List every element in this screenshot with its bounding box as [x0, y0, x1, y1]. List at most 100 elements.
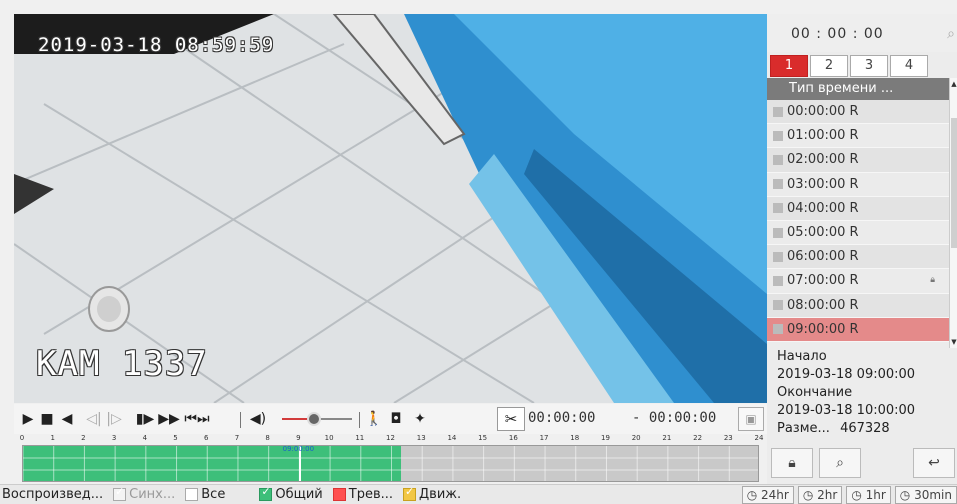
camera-icon[interactable]: ◘: [388, 408, 404, 430]
motion-label: Движ.: [419, 487, 462, 502]
person-icon[interactable]: 🚶: [365, 408, 382, 430]
timeline-tick-label: 1: [50, 434, 55, 442]
file-checkbox[interactable]: [773, 154, 783, 165]
file-checkbox[interactable]: [773, 300, 783, 311]
tab-channel-4[interactable]: 4: [890, 55, 928, 77]
timeline-ticks: 0 1 2 3 4 5 6 7 8 9 10 11 12 13 14 15 16 17 18 19 20 21 22 23 24: [14, 434, 767, 445]
divider: [359, 412, 360, 428]
timeline-tick-label: 3: [111, 434, 117, 442]
time-input[interactable]: 00 : 00 : 00: [791, 26, 884, 42]
zoom-30min-button[interactable]: ◷ 30min: [894, 486, 957, 504]
file-time: 06:00:00 R: [787, 249, 859, 265]
file-checkbox[interactable]: [773, 179, 783, 190]
timeline-tick-label: 9: [296, 434, 301, 442]
play-icon[interactable]: ▶: [20, 408, 36, 430]
tab-channel-1[interactable]: 1: [770, 55, 808, 77]
file-time: 05:00:00 R: [787, 225, 859, 241]
volume-knob[interactable]: [306, 412, 321, 426]
file-list-item[interactable]: 03:00:00 R: [767, 172, 949, 197]
scroll-down-icon[interactable]: ▼: [950, 338, 957, 346]
file-list-item[interactable]: 04:00:00 R: [767, 196, 949, 221]
zoom-1hr-label: 1hr: [865, 488, 886, 502]
timeline-tick-label: 17: [539, 434, 549, 442]
file-checkbox[interactable]: [773, 227, 783, 238]
tab-channel-3[interactable]: 3: [850, 55, 888, 77]
tab-channel-2[interactable]: 2: [810, 55, 848, 77]
timeline[interactable]: 0 1 2 3 4 5 6 7 8 9 10 11 12 13 14 15 16 17 18 19 20 21 22 23 24…: [14, 434, 767, 482]
playback-controls: ▶ ■ ◀ ◁| |▷ ▮▶ ▶▶ ⏮⏭ ◀) 🚶 ◘ ✦ ✂ 00:00:00…: [14, 404, 767, 434]
file-list-item[interactable]: 01:00:00 R: [767, 124, 949, 149]
all-checkbox[interactable]: [185, 488, 199, 501]
timeline-bar[interactable]: [22, 445, 759, 482]
timeline-tick-label: 18: [570, 434, 580, 442]
skip-icon[interactable]: ⏮⏭: [184, 408, 210, 430]
stop-icon[interactable]: ■: [40, 408, 54, 430]
file-time: 09:00:00 R: [787, 321, 859, 337]
zoom-24hr-label: 24hr: [761, 488, 789, 502]
file-list-item[interactable]: 09:00:00 R: [767, 317, 949, 342]
file-list-item[interactable]: 06:00:00 R: [767, 245, 949, 270]
search-file-button[interactable]: ⌕: [819, 448, 861, 478]
file-time: 03:00:00 R: [787, 176, 859, 192]
timeline-tick-label: 20: [631, 434, 641, 442]
volume-icon[interactable]: ◀): [248, 408, 268, 430]
sync-checkbox[interactable]: [113, 485, 127, 501]
save-icon[interactable]: ▣: [738, 407, 764, 431]
zoom-30min-label: 30min: [914, 488, 952, 502]
frame-forward-icon[interactable]: |▷: [106, 408, 122, 430]
file-time: 01:00:00 R: [787, 128, 859, 144]
file-list-item[interactable]: 00:00:00 R: [767, 100, 949, 125]
lock-button[interactable]: 🔒︎: [771, 448, 813, 478]
motion-checkbox[interactable]: [403, 485, 416, 501]
scroll-thumb[interactable]: [951, 118, 957, 248]
alarm-checkbox[interactable]: [332, 488, 346, 501]
time-search-row: 00 : 00 : 00 ⌕: [767, 14, 957, 52]
start-value: 2019-03-18 09:00:00: [777, 367, 916, 382]
file-time: 00:00:00 R: [787, 104, 859, 120]
file-time: 07:00:00 R: [787, 273, 859, 289]
search-icon[interactable]: ⌕: [947, 26, 955, 42]
end-value: 2019-03-18 10:00:00: [777, 403, 916, 418]
file-list-item[interactable]: 02:00:00 R: [767, 148, 949, 173]
timeline-tick-label: 14: [447, 434, 457, 442]
reverse-icon[interactable]: ◀: [60, 408, 74, 430]
clip-start-time: 00:00:00: [528, 410, 596, 426]
zoom-24hr-button[interactable]: ◷ 24hr: [741, 486, 794, 504]
slow-icon[interactable]: ▮▶: [134, 408, 156, 430]
back-button[interactable]: ↩: [913, 448, 955, 478]
timeline-tick-label: 12: [386, 434, 395, 442]
pin-icon[interactable]: ✦: [412, 408, 428, 430]
general-checkbox[interactable]: [259, 485, 273, 501]
file-checkbox[interactable]: [773, 275, 783, 286]
file-time: 08:00:00 R: [787, 297, 859, 313]
scissors-icon[interactable]: ✂: [497, 407, 525, 431]
scroll-up-icon[interactable]: ▲: [950, 80, 957, 88]
sync-label: Синх...: [129, 487, 176, 502]
timeline-tick-label: 16: [508, 434, 518, 442]
divider: [240, 412, 241, 428]
timeline-tick-label: 7: [234, 434, 240, 442]
file-checkbox[interactable]: [773, 203, 783, 214]
all-label: Все: [201, 487, 226, 502]
file-list-item[interactable]: 07:00:00 R 🔒︎: [767, 269, 949, 294]
file-checkbox[interactable]: [773, 130, 783, 141]
fast-forward-icon[interactable]: ▶▶: [158, 408, 180, 430]
file-checkbox[interactable]: [773, 251, 783, 262]
video-viewport[interactable]: 2019-03-18 08:59:59 КАМ 1337: [14, 14, 767, 403]
file-checkbox[interactable]: [773, 324, 783, 335]
timeline-tick-label: 6: [204, 434, 209, 442]
zoom-2hr-button[interactable]: ◷ 2hr: [797, 486, 843, 504]
frame-back-icon[interactable]: ◁|: [86, 408, 102, 430]
list-scrollbar[interactable]: ▲ ▼: [949, 78, 957, 348]
timeline-tick-label: 21: [662, 434, 672, 442]
file-list-item[interactable]: 05:00:00 R: [767, 220, 949, 246]
file-checkbox[interactable]: [773, 106, 783, 117]
playback-mode-label[interactable]: Воспроизвед...: [2, 487, 103, 502]
file-list-item[interactable]: 08:00:00 R: [767, 293, 949, 318]
file-time: 02:00:00 R: [787, 152, 859, 168]
list-header[interactable]: Тип времени ...: [767, 78, 949, 100]
channel-tabs: 1 2 3 4: [770, 55, 930, 77]
timeline-tick-label: 0: [19, 434, 25, 442]
size-value: 467328: [840, 421, 890, 436]
zoom-1hr-button[interactable]: ◷ 1hr: [846, 486, 891, 504]
